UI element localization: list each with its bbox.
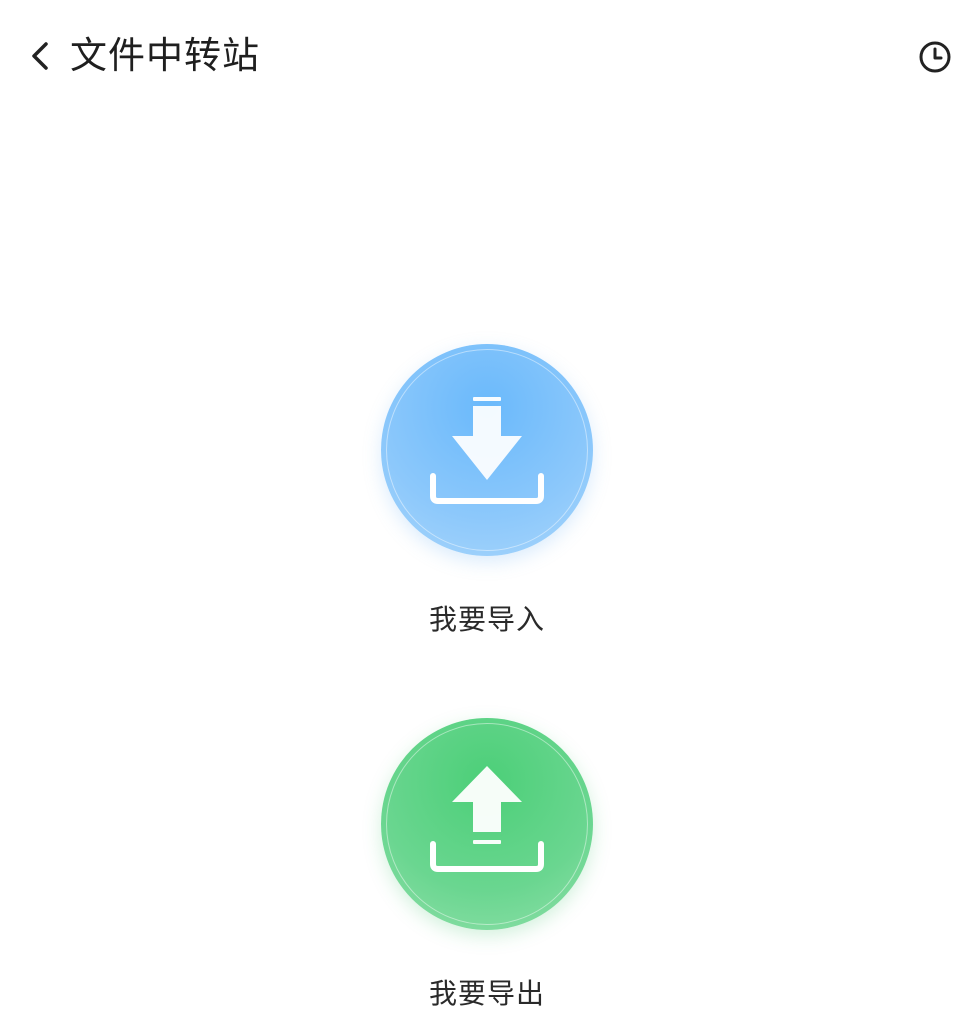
export-button[interactable] xyxy=(381,718,593,930)
upload-tray-icon xyxy=(430,766,544,872)
history-button[interactable] xyxy=(912,34,958,80)
export-label: 我要导出 xyxy=(428,977,545,1010)
clock-history-icon xyxy=(919,41,951,73)
download-tray-icon xyxy=(430,397,544,504)
page-title: 文件中转站 xyxy=(70,34,260,77)
import-button[interactable] xyxy=(381,344,593,556)
back-arrow-icon xyxy=(32,42,48,70)
import-label: 我要导入 xyxy=(428,603,545,636)
export-section: 我要导出 xyxy=(0,718,974,1014)
import-section: 我要导入 xyxy=(0,344,974,640)
top-bar: 文件中转站 xyxy=(0,0,974,112)
back-button[interactable] xyxy=(18,34,62,78)
